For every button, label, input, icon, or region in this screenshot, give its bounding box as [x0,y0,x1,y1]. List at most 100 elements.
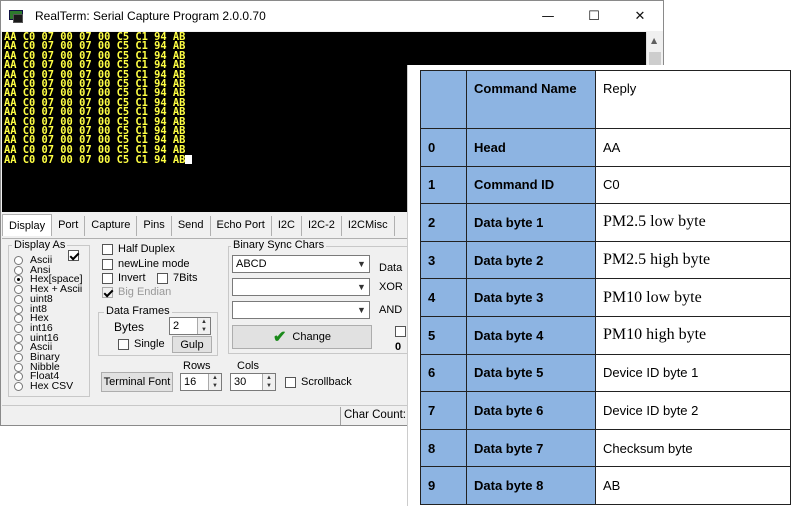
cols-label: Cols [237,360,260,372]
data-label: Data [379,262,403,274]
tab-i2c-2[interactable]: I2C-2 [302,216,342,236]
dropdown-arrow-icon[interactable]: ▼ [354,279,369,295]
row-index-cell: 7 [420,391,467,430]
and-combo[interactable]: ▼ [232,301,370,319]
xor-label: XOR [379,281,403,293]
command-name-cell: Data byte 8 [466,466,596,505]
display-mode-radio[interactable] [14,333,23,343]
table-row: 1 Command ID C0 [420,165,791,205]
and-label: AND [379,304,403,316]
scrollback-label: Scrollback [301,376,352,388]
display-mode-radio[interactable] [14,256,23,265]
tab-echo-port[interactable]: Echo Port [211,216,272,236]
seven-bits-checkbox[interactable] [157,273,168,284]
table-row: 7 Data byte 6 Device ID byte 2 [420,391,791,430]
display-as-label: Display As [12,239,68,251]
table-row: 3 Data byte 2 PM2.5 high byte [420,240,791,280]
command-name-cell: Data byte 7 [466,428,596,468]
command-name-cell: Data byte 1 [466,203,596,242]
gulp-button[interactable]: Gulp [172,336,212,353]
checkmark-icon: ✔ [273,329,287,346]
bytes-spinner[interactable]: 2 ▲ ▼ [169,317,211,335]
title-bar[interactable]: RealTerm: Serial Capture Program 2.0.0.7… [1,1,663,31]
display-mode-radio[interactable] [14,265,23,275]
spinner-arrows-icon[interactable]: ▲ ▼ [208,374,221,390]
table-row: 4 Data byte 3 PM10 low byte [420,278,791,317]
display-mode-radio[interactable] [14,353,23,362]
invert-label: Invert [118,272,146,284]
bytes-value: 2 [173,320,180,332]
rows-spinner[interactable]: 16 ▲ ▼ [180,373,222,391]
row-index-cell: 2 [420,203,467,242]
tab-capture[interactable]: Capture [85,216,138,236]
protocol-table: Command Name Reply 0 Head AA 1 Command ID C0 2… [420,70,791,505]
command-name-cell: Data byte 5 [466,353,596,393]
change-button[interactable]: ✔ Change [232,325,372,349]
scroll-up-arrow-icon[interactable]: ▲ [651,36,657,45]
command-name-cell: Data byte 2 [466,240,596,280]
bytes-label: Bytes [114,320,145,334]
tab-port[interactable]: Port [52,216,86,236]
terminal-cursor [185,155,193,165]
sync-chars-combo[interactable]: ABCD ▼ [232,255,370,273]
cols-value: 30 [234,376,247,388]
xor-combo[interactable]: ▼ [232,278,370,296]
header-index-cell [420,70,467,129]
reply-cell: PM2.5 high byte [595,240,791,280]
terminal-font-label: Terminal Font [103,376,171,388]
scrollback-checkbox[interactable] [285,377,296,388]
reply-cell: PM2.5 low byte [595,203,791,242]
window-title: RealTerm: Serial Capture Program 2.0.0.7… [35,9,266,23]
extra-checkbox[interactable] [395,326,406,337]
reply-cell: Checksum byte [595,428,791,468]
dropdown-arrow-icon[interactable]: ▼ [354,302,369,318]
row-index-cell: 5 [420,315,467,355]
command-name-cell: Command ID [466,165,596,205]
row-index-cell: 3 [420,240,467,280]
spinner-arrows-icon[interactable]: ▲ ▼ [197,318,210,334]
command-name-cell: Data byte 6 [466,391,596,430]
display-mode-radio[interactable] [14,323,23,333]
big-endian-label: Big Endian [118,286,172,298]
big-endian-checkbox[interactable] [102,287,113,298]
tab-i2cmisc[interactable]: I2CMisc [342,216,395,236]
display-mode-radio[interactable] [14,304,23,314]
row-index-cell: 1 [420,165,467,205]
tab-i2c[interactable]: I2C [272,216,302,236]
command-name-cell: Data byte 4 [466,315,596,355]
row-index-cell: 8 [420,428,467,468]
single-checkbox[interactable] [118,339,129,350]
reply-cell: C0 [595,165,791,205]
change-label: Change [292,331,331,343]
header-reply: Reply [595,70,791,129]
cols-spinner[interactable]: 30 ▲ ▼ [230,373,276,391]
minimize-button[interactable]: — [525,1,571,31]
table-row: 5 Data byte 4 PM10 high byte [420,315,791,355]
newline-mode-checkbox[interactable] [102,259,113,270]
realterm-app-icon [9,8,25,24]
terminal-font-button[interactable]: Terminal Font [101,372,173,392]
tab-send[interactable]: Send [172,216,211,236]
dropdown-arrow-icon[interactable]: ▼ [354,256,369,272]
row-index-cell: 4 [420,278,467,317]
sync-chars-value: ABCD [236,258,267,270]
table-row: 8 Data byte 7 Checksum byte [420,428,791,468]
row-index-cell: 0 [420,128,467,167]
maximize-button[interactable]: ☐ [571,1,617,31]
terminal-line: AA C0 07 00 07 00 C5 C1 94 AB [4,154,186,167]
invert-checkbox[interactable] [102,273,113,284]
reply-cell: AB [595,466,791,505]
reply-cell: PM10 high byte [595,315,791,355]
half-duplex-checkbox[interactable] [102,244,113,255]
close-button[interactable]: ✕ [617,1,663,31]
display-as-checkbox[interactable] [68,250,79,261]
tab-display[interactable]: Display [2,214,53,236]
row-index-cell: 6 [420,353,467,393]
display-mode-radio[interactable] [14,362,23,372]
display-mode-radio[interactable] [14,294,23,304]
tab-pins[interactable]: Pins [137,216,172,236]
table-row: 6 Data byte 5 Device ID byte 1 [420,353,791,393]
display-tab-panel: Display As Ascii Ansi Hex[space] Hex + Asci… [2,238,408,403]
reply-cell: Device ID byte 2 [595,391,791,430]
spinner-arrows-icon[interactable]: ▲ ▼ [262,374,275,390]
